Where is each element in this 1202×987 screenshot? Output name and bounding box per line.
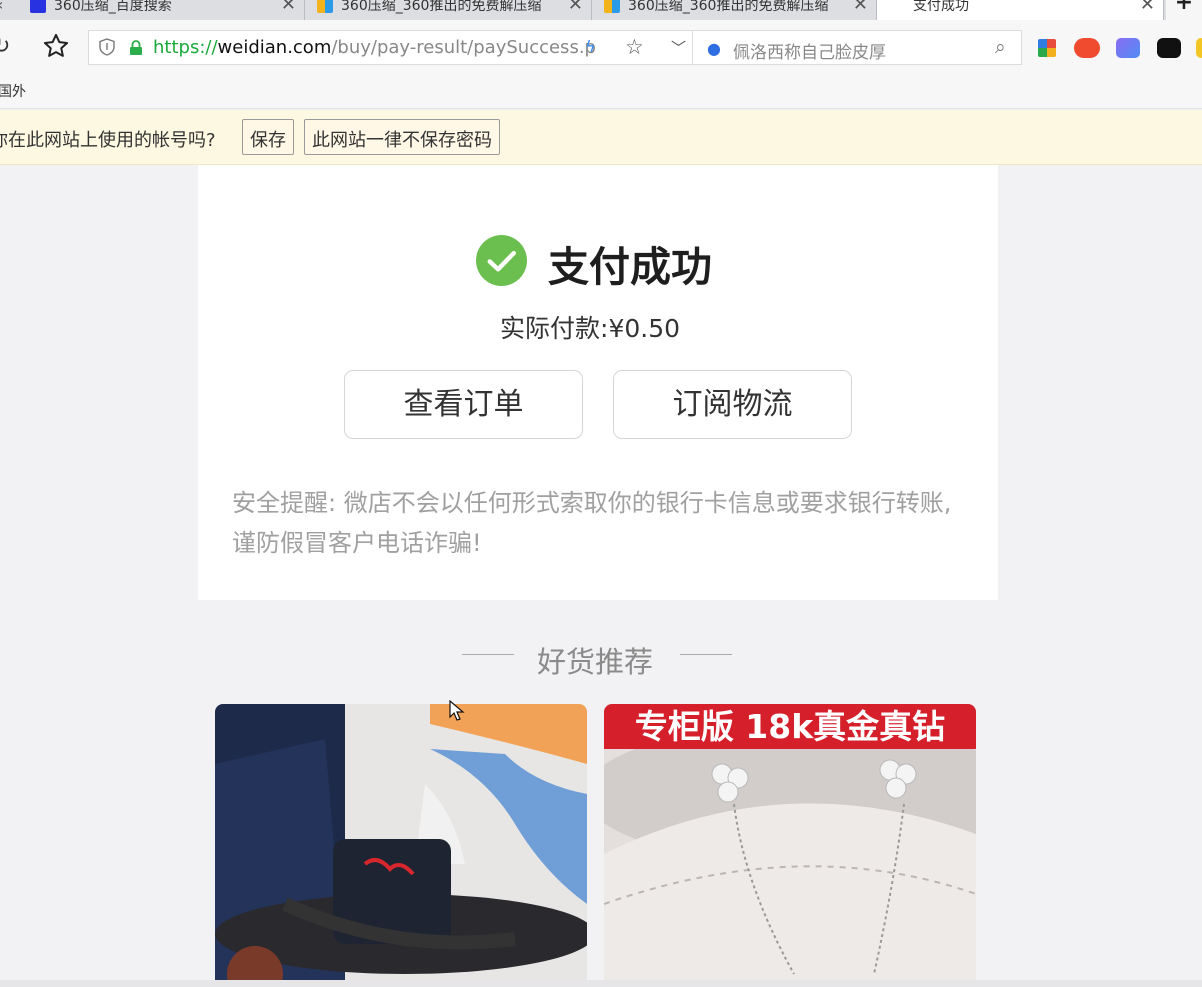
toolbar: ↻ https://weidian.com/buy/pay-result/pay…	[0, 20, 1202, 75]
extension-partial-icon[interactable]	[1196, 38, 1202, 58]
amount-value: ¥0.50	[608, 314, 681, 343]
tab-360-2[interactable]: 360压缩_360推出的免费解压缩 ✕	[592, 0, 877, 20]
tab-title: 360压缩_360推出的免费解压缩	[341, 0, 541, 14]
password-prompt-text: 你在此网站上使用的帐号吗?	[0, 130, 216, 151]
close-icon[interactable]: ✕	[1140, 0, 1155, 15]
chevron-down-icon[interactable]: ﹀	[671, 37, 686, 58]
360-favicon-icon	[604, 0, 620, 13]
tab-title: 支付成功	[913, 0, 969, 14]
baidu-favicon-icon	[30, 0, 46, 13]
product-card-necklace[interactable]: 专柜版 18k真金真钻	[604, 704, 976, 980]
favorite-star-icon[interactable]	[42, 32, 70, 66]
search-input[interactable]: ● 佩洛西称自己脸皮厚 ⌕	[692, 30, 1022, 65]
baidu-paw-icon: ●	[707, 39, 721, 58]
page-bottom-edge	[0, 980, 1202, 987]
game-controller-icon[interactable]	[1074, 38, 1100, 58]
payment-result-card: 支付成功 实际付款:¥0.50 查看订单 订阅物流 安全提醒: 微店不会以任何形…	[198, 165, 998, 600]
address-bar[interactable]: https://weidian.com/buy/pay-result/paySu…	[88, 30, 692, 65]
360-favicon-icon	[317, 0, 333, 13]
view-order-button[interactable]: 查看订单	[344, 370, 583, 439]
subscribe-logistics-button[interactable]: 订阅物流	[613, 370, 852, 439]
new-tab-button[interactable]: +	[1166, 0, 1202, 20]
mouse-cursor-icon	[449, 700, 465, 721]
bookmark-folder[interactable]: 国外	[0, 81, 26, 101]
search-icon[interactable]: ⌕	[995, 36, 1006, 58]
search-placeholder: 佩洛西称自己脸皮厚	[733, 43, 886, 63]
success-check-icon	[476, 235, 527, 286]
bookmarks-bar: 国外	[0, 75, 1202, 109]
paid-amount: 实际付款:¥0.50	[500, 309, 680, 345]
divider	[680, 654, 732, 655]
page-title: 支付成功	[548, 243, 712, 291]
close-icon[interactable]: ✕	[853, 0, 868, 15]
tab-bar: ‹ 360压缩_百度搜索 ✕ 360压缩_360推出的免费解压缩 ✕ 360压缩…	[0, 0, 1202, 20]
save-password-bar: 你在此网站上使用的帐号吗? 保存 此网站一律不保存密码	[0, 110, 1202, 165]
close-icon[interactable]: ✕	[281, 0, 296, 15]
refresh-icon[interactable]: ↻	[0, 34, 10, 59]
product-card-bag[interactable]	[215, 704, 587, 980]
bookmark-star-icon[interactable]: ☆	[625, 35, 644, 59]
recommendations-title: 好货推荐	[537, 645, 654, 679]
tampermonkey-icon[interactable]	[1157, 38, 1181, 58]
divider	[462, 654, 514, 655]
lightning-icon[interactable]: ϟ	[585, 37, 596, 56]
lock-icon	[130, 40, 142, 55]
tab-title: 360压缩_360推出的免费解压缩	[628, 0, 828, 14]
tab-title: 360压缩_百度搜索	[54, 0, 172, 14]
shield-icon[interactable]	[99, 38, 115, 56]
weidian-favicon-icon	[889, 0, 905, 13]
tab-pay-success[interactable]: 支付成功 ✕	[877, 0, 1164, 20]
tab-scroll-left-icon[interactable]: ‹	[0, 0, 3, 14]
amount-label: 实际付款:	[500, 314, 609, 343]
close-icon[interactable]: ✕	[568, 0, 583, 15]
product-banner: 专柜版 18k真金真钻	[604, 704, 976, 749]
recommendations-header: 好货推荐	[462, 636, 732, 679]
never-save-password-button[interactable]: 此网站一律不保存密码	[304, 119, 500, 155]
tab-baidu[interactable]: 360压缩_百度搜索 ✕	[18, 0, 305, 20]
screen-extension-icon[interactable]	[1116, 38, 1140, 58]
security-reminder: 安全提醒: 微店不会以任何形式索取你的银行卡信息或要求银行转账, 谨防假冒客户电…	[232, 489, 952, 557]
apps-grid-icon[interactable]	[1038, 39, 1056, 57]
save-password-button[interactable]: 保存	[242, 119, 294, 155]
product-image-bag	[215, 704, 587, 980]
tab-360-1[interactable]: 360压缩_360推出的免费解压缩 ✕	[305, 0, 592, 20]
url-text[interactable]: https://weidian.com/buy/pay-result/paySu…	[153, 37, 596, 58]
